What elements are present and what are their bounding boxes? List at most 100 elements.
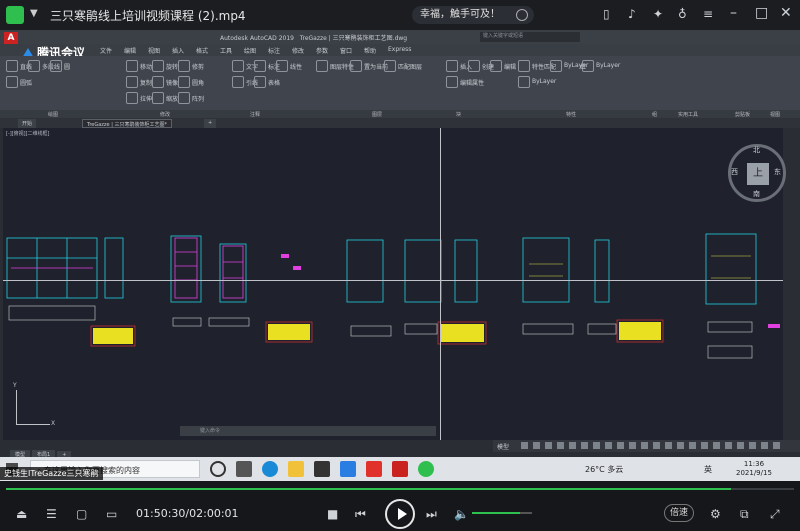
ribbon-group-9[interactable]: 视图 (770, 111, 780, 118)
menu-6[interactable]: 绘图 (244, 46, 256, 55)
weather-text[interactable]: 26°C 多云 (585, 464, 623, 475)
taskbar-app-icon[interactable] (236, 461, 252, 477)
slogan-search-box[interactable]: 幸福，触手可及！ (412, 6, 534, 24)
tools_block-icon-0[interactable] (446, 60, 458, 72)
tools_props-label-3[interactable]: ByLayer (532, 78, 556, 85)
pip-icon[interactable]: ⧉ (740, 507, 749, 522)
status-toggle-icon[interactable] (545, 442, 552, 449)
tools_modify-icon-0[interactable] (126, 60, 138, 72)
command-line-input[interactable]: 键入命令 (180, 426, 436, 436)
menu-8[interactable]: 修改 (292, 46, 304, 55)
edge-icon[interactable] (262, 461, 278, 477)
color-dropdown[interactable]: 红 (580, 62, 586, 71)
ribbon-group-0[interactable]: 绘图 (48, 111, 58, 118)
status-toggle-icon[interactable] (533, 442, 540, 449)
tools_modify-icon-8[interactable] (178, 92, 190, 104)
tools_layer-icon-2[interactable] (384, 60, 396, 72)
tab-drawing[interactable]: TreGazze | 三只寒鹃装饰柜工艺图* (82, 119, 172, 128)
view-cube[interactable]: 上 北 南 东 西 (728, 144, 786, 202)
tools_props-icon-3[interactable] (518, 76, 530, 88)
tools_modify-icon-1[interactable] (152, 60, 164, 72)
menu-2[interactable]: 视图 (148, 46, 160, 55)
menu-11[interactable]: 帮助 (364, 46, 376, 55)
status-toggle-icon[interactable] (557, 442, 564, 449)
tools_layer-icon-0[interactable] (316, 60, 328, 72)
menu-9[interactable]: 参数 (316, 46, 328, 55)
tools_modify-icon-3[interactable] (126, 76, 138, 88)
view-cube-north[interactable]: 北 (753, 145, 760, 155)
menu-4[interactable]: 格式 (196, 46, 208, 55)
status-toggle-icon[interactable] (749, 442, 756, 449)
store-icon[interactable] (314, 461, 330, 477)
tools_modify-label-3[interactable]: 复制 (140, 78, 152, 87)
autocad-logo-icon[interactable]: A (4, 32, 18, 44)
menu-10[interactable]: 窗口 (340, 46, 352, 55)
status-toggle-icon[interactable] (617, 442, 624, 449)
tools_annot-label-4[interactable]: 表格 (268, 78, 280, 87)
tools_modify-label-2[interactable]: 修剪 (192, 62, 204, 71)
volume-icon[interactable]: 🔈 (454, 507, 469, 521)
play-button[interactable] (385, 499, 415, 529)
subtitle-icon[interactable]: ▭ (106, 507, 117, 521)
menu-7[interactable]: 标注 (268, 46, 280, 55)
status-toggle-icon[interactable] (773, 442, 780, 449)
shirt-icon[interactable]: ♁ (678, 7, 687, 21)
status-toggle-icon[interactable] (653, 442, 660, 449)
ribbon-group-1[interactable]: 修改 (160, 111, 170, 118)
wps-icon[interactable] (366, 461, 382, 477)
tools_modify-label-5[interactable]: 圆角 (192, 78, 204, 87)
chevron-down-icon[interactable]: ▼ (30, 8, 38, 19)
status-toggle-icon[interactable] (569, 442, 576, 449)
status-toggle-icon[interactable] (689, 442, 696, 449)
status-toggle-icon[interactable] (629, 442, 636, 449)
ime-indicator[interactable]: 英 (704, 464, 712, 475)
drawing-canvas[interactable]: [-][俯视][二维线框] 上 北 南 东 西 Y X (3, 128, 786, 440)
view-cube-south[interactable]: 南 (753, 189, 760, 199)
video-frame[interactable]: A Autodesk AutoCAD 2019 TreGazze | 三只寒鹃装… (0, 30, 800, 481)
tools_modify-icon-7[interactable] (152, 92, 164, 104)
next-button[interactable]: ⏭ (426, 507, 437, 522)
tools_annot-icon-0[interactable] (232, 60, 244, 72)
acad-search-input[interactable]: 键入关键字或短语 (480, 32, 580, 42)
menu-0[interactable]: 文件 (100, 46, 112, 55)
ribbon-group-7[interactable]: 实用工具 (678, 111, 698, 118)
tools_modify-label-4[interactable]: 镜像 (166, 78, 178, 87)
skin-icon[interactable]: ✦ (653, 7, 663, 21)
status-toggle-icon[interactable] (761, 442, 768, 449)
tools_annot-icon-4[interactable] (254, 76, 266, 88)
ribbon-group-5[interactable]: 特性 (566, 111, 576, 118)
status-toggle-icon[interactable] (665, 442, 672, 449)
tools_modify-label-1[interactable]: 旋转 (166, 62, 178, 71)
menu-1[interactable]: 编辑 (124, 46, 136, 55)
stop-button[interactable]: ■ (327, 507, 338, 521)
tools_block-icon-2[interactable] (490, 60, 502, 72)
view-cube-top-face[interactable]: 上 (747, 163, 769, 185)
ribbon-group-8[interactable]: 剪贴板 (735, 111, 750, 118)
tools_annot-label-2[interactable]: 线性 (290, 62, 302, 71)
status-toggle-icon[interactable] (701, 442, 708, 449)
status-toggle-icon[interactable] (593, 442, 600, 449)
tools_annot-icon-1[interactable] (254, 60, 266, 72)
minimize-button[interactable]: – (730, 5, 737, 21)
phone-icon[interactable]: ▯ (603, 7, 610, 21)
tools_draw-icon-3[interactable] (6, 76, 18, 88)
previous-button[interactable]: ⏮ (355, 507, 366, 522)
menu-icon[interactable]: ≡ (703, 7, 713, 21)
tools_layer-icon-1[interactable] (350, 60, 362, 72)
tools_annot-icon-2[interactable] (276, 60, 288, 72)
tools_draw-icon-2[interactable] (50, 60, 62, 72)
tools_modify-icon-6[interactable] (126, 92, 138, 104)
view-cube-west[interactable]: 西 (731, 167, 738, 177)
bell-icon[interactable]: ♪ (628, 7, 636, 21)
tools_draw-icon-1[interactable] (28, 60, 40, 72)
status-toggle-icon[interactable] (737, 442, 744, 449)
tools_modify-label-8[interactable]: 阵列 (192, 94, 204, 103)
autocad-task-icon[interactable] (392, 461, 408, 477)
status-model-label[interactable]: 模型 (497, 442, 509, 451)
status-toggle-icon[interactable] (641, 442, 648, 449)
tools_draw-label-2[interactable]: 圆 (64, 62, 70, 71)
progress-track[interactable] (6, 488, 794, 490)
tools_modify-label-0[interactable]: 移动 (140, 62, 152, 71)
status-toggle-icon[interactable] (581, 442, 588, 449)
tools_props-label-2[interactable]: ByLayer (596, 62, 620, 69)
